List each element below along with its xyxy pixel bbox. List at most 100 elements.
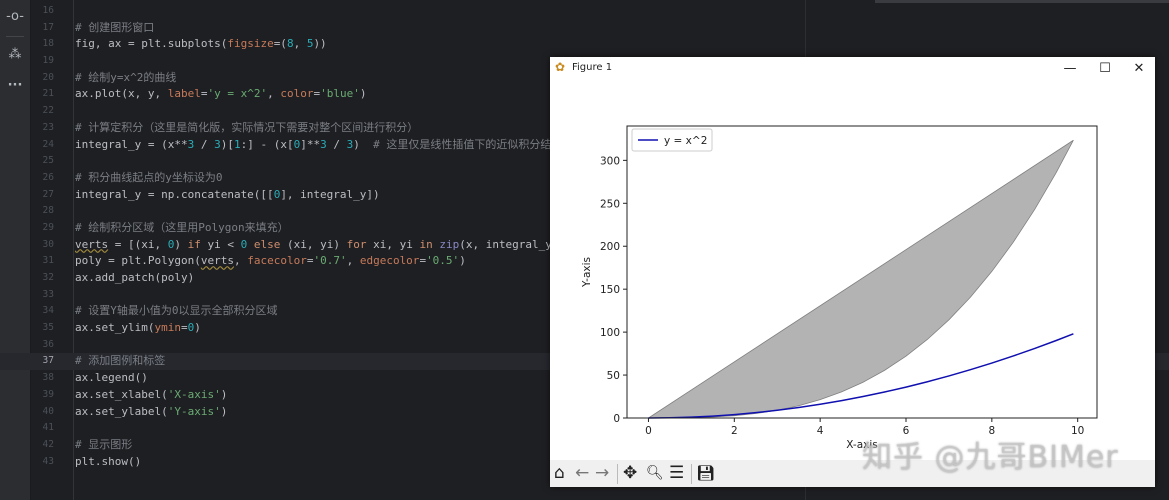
y-tick-label: 200	[600, 241, 620, 253]
code-token: '0.5'	[426, 254, 460, 268]
code-line[interactable]: 18 fig, ax = plt.subplots(figsize=(8, 5))	[0, 36, 1169, 53]
code-token: ))	[313, 37, 327, 51]
code-token: '0.7'	[313, 254, 347, 268]
close-button[interactable]: ✕	[1124, 59, 1154, 79]
code-token: 'Y-axis'	[167, 404, 221, 418]
code-text[interactable]: ax.plot(x, y, label='y = x^2', color='bl…	[75, 86, 366, 103]
maximize-button[interactable]: ☐	[1090, 59, 1120, 79]
code-token: integral_y = (x**	[75, 137, 188, 151]
code-token: for	[346, 237, 367, 251]
line-number: 16	[42, 5, 54, 16]
code-token: =	[180, 321, 188, 335]
line-number: 21	[42, 88, 54, 100]
code-token: zip	[439, 237, 460, 251]
x-tick-label: 0	[645, 425, 652, 437]
minimize-button[interactable]: —	[1055, 59, 1085, 79]
code-comment: # 设置Y轴最小值为0以显示全部积分区域	[75, 304, 278, 318]
code-token: color	[280, 87, 314, 101]
plot-canvas[interactable]: 0 2 4 6 8 10050100150200250300X-axisY-axisy =…	[550, 81, 1155, 461]
code-token: ,	[267, 87, 281, 101]
y-tick-label: 300	[600, 155, 620, 167]
code-text[interactable]: ax.set_xlabel('X-axis')	[75, 387, 227, 404]
line-number: 31	[42, 255, 54, 267]
back-icon[interactable]: ←	[575, 463, 589, 483]
line-number: 42	[42, 438, 54, 450]
line-number: 36	[42, 338, 54, 350]
code-text[interactable]: # 绘制积分区域（这里用Polygon来填充）	[75, 220, 289, 237]
code-token: edgecolor	[359, 254, 420, 268]
code-token: )	[353, 137, 374, 151]
forward-icon[interactable]: →	[595, 463, 609, 483]
code-text[interactable]: # 显示图形	[75, 437, 132, 454]
code-text[interactable]: integral_y = (x**3 / 3)[1:] - (x[0]**3 /…	[75, 137, 562, 154]
y-tick-label: 100	[600, 327, 620, 339]
save-icon[interactable]: 💾︎	[696, 463, 715, 483]
figure-titlebar[interactable]: ✿ Figure 1 — ☐ ✕	[550, 57, 1155, 81]
code-comment: # 绘制积分区域（这里用Polygon来填充）	[75, 220, 289, 234]
line-number: 19	[42, 55, 54, 67]
code-text[interactable]: ax.set_ylim(ymin=0)	[75, 320, 201, 337]
code-line[interactable]: 16	[0, 3, 1169, 20]
code-comment: # 创建图形窗口	[75, 20, 155, 34]
line-number: 25	[42, 155, 54, 167]
code-text[interactable]: # 计算定积分（这里是简化版，实际情况下需要对整个区间进行积分）	[75, 120, 418, 137]
code-token: ]**	[300, 137, 321, 151]
toolbar-separator	[617, 464, 618, 484]
y-tick-label: 0	[613, 413, 620, 425]
code-text[interactable]: # 绘制y=x^2的曲线	[75, 70, 176, 87]
code-line[interactable]: 17 # 创建图形窗口	[0, 20, 1169, 37]
code-token: 3	[320, 137, 327, 151]
code-text[interactable]: # 积分曲线起点的y坐标设为0	[75, 170, 223, 187]
line-number: 26	[42, 171, 54, 183]
code-text[interactable]: integral_y = np.concatenate([[0], integr…	[75, 187, 380, 204]
code-text[interactable]: ax.add_patch(poly)	[75, 270, 194, 287]
code-token: label	[167, 87, 201, 101]
code-token: integral_y = np.concatenate([[	[75, 187, 274, 201]
code-token: :] - (x[	[240, 137, 294, 151]
home-icon[interactable]: ⌂	[554, 463, 565, 483]
code-token: 'blue'	[320, 87, 360, 101]
code-token: figsize	[227, 37, 274, 51]
code-token: verts	[75, 237, 109, 251]
code-comment: # 计算定积分（这里是简化版，实际情况下需要对整个区间进行积分）	[75, 120, 419, 134]
line-number: 29	[42, 221, 54, 233]
code-text[interactable]: fig, ax = plt.subplots(figsize=(8, 5))	[75, 36, 327, 53]
integral-polygon	[647, 139, 1074, 419]
code-text[interactable]: verts = [(xi, 0) if yi < 0 else (xi, yi)…	[75, 237, 565, 254]
code-token: )	[174, 237, 188, 251]
code-token: ax.legend()	[75, 371, 148, 385]
line-number: 22	[42, 105, 54, 117]
x-tick-label: 2	[731, 425, 738, 437]
zoom-icon[interactable]: 🔍︎	[646, 463, 664, 483]
code-text[interactable]: # 添加图例和标签	[75, 353, 165, 370]
figure-window: ✿ Figure 1 — ☐ ✕ 0 2 4 6 8 10 0 50 100 150 200 250 3…	[550, 57, 1155, 487]
code-token: ax.set_xlabel(	[75, 387, 168, 401]
code-token: ], integral_y])	[280, 187, 380, 201]
code-text[interactable]: plt.show()	[75, 454, 141, 471]
code-text[interactable]: # 创建图形窗口	[75, 20, 154, 37]
line-number: 38	[42, 372, 54, 384]
code-token: )	[220, 387, 228, 401]
code-token: ax.set_ylabel(	[75, 404, 168, 418]
code-token: ,	[293, 37, 307, 51]
code-comment: # 显示图形	[75, 437, 133, 451]
code-text[interactable]: poly = plt.Polygon(verts, facecolor='0.7…	[75, 253, 466, 270]
code-text[interactable]: ax.set_ylabel('Y-axis')	[75, 404, 227, 421]
matplotlib-icon: ✿	[555, 60, 566, 74]
code-text[interactable]: ax.legend()	[75, 370, 148, 387]
code-token: ax.add_patch(poly)	[75, 271, 195, 284]
code-token: 1	[233, 137, 241, 151]
code-token: facecolor	[247, 254, 307, 268]
code-text[interactable]: # 设置Y轴最小值为0以显示全部积分区域	[75, 303, 278, 320]
configure-icon[interactable]: ☰	[669, 463, 684, 483]
code-token: = [(xi,	[108, 237, 168, 251]
code-token: in	[419, 237, 433, 251]
code-token: )	[459, 254, 466, 268]
code-token: 8	[286, 37, 294, 51]
pan-icon[interactable]: ✥	[623, 463, 637, 483]
code-token: fig, ax = plt.subplots(	[75, 37, 228, 51]
line-number: 41	[42, 422, 54, 434]
y-tick-label: 50	[607, 370, 620, 382]
line-number: 18	[42, 38, 54, 50]
